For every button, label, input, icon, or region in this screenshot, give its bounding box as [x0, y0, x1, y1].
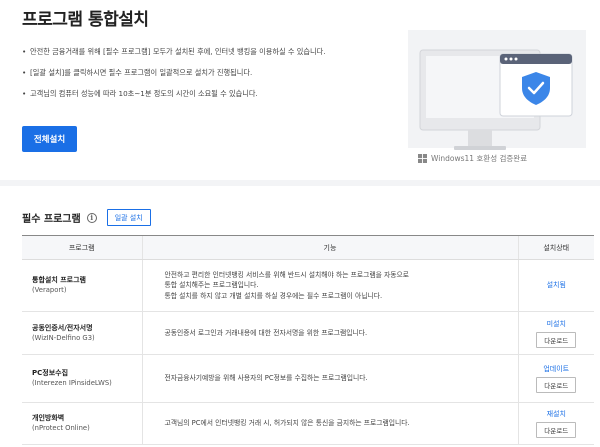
compat-note-text: Windows11 호환성 검증완료 — [431, 154, 528, 163]
header-feature: 기능 — [141, 235, 518, 260]
status-badge: 설치됨 — [546, 281, 566, 289]
program-name-cell: 개인방화벽 (nProtect Online) — [22, 402, 142, 445]
program-name-cell: PC정보수집 (Interezen IPinsideLWS) — [22, 354, 142, 403]
status-cell: 설치됨 — [517, 259, 594, 312]
partial-install-button[interactable]: 일괄 설치 — [106, 209, 151, 226]
program-name: 공동인증서/전자서명 — [32, 323, 93, 332]
program-table: 프로그램 기능 설치상태 통합설치 프로그램 (Veraport) 안전하고 편… — [22, 235, 594, 445]
program-desc-cell: 전자금융사기예방을 위해 사용자의 PC정보를 수집하는 프로그램입니다. — [141, 354, 518, 403]
section-header: 필수 프로그램 i 일괄 설치 — [22, 209, 151, 226]
page-title: 프로그램 통합설치 — [22, 10, 149, 30]
program-subname: (WizIN-Delfino G3) — [32, 333, 95, 342]
notice-list: 안전한 금융거래를 위해 [필수 프로그램] 모두가 설치된 후에, 인터넷 뱅… — [22, 46, 392, 109]
program-desc-line: 통합 설치를 하지 않고 개별 설치를 하실 경우에는 필수 프로그램이 아닙니… — [164, 291, 383, 300]
program-subname: (Veraport) — [32, 286, 67, 294]
compat-note: Windows11 호환성 검증완료 — [418, 153, 527, 164]
program-desc-cell: 안전하고 편리한 인터넷뱅킹 서비스를 위해 반드시 설치해야 하는 프로그램을… — [141, 259, 518, 312]
table-header-row: 프로그램 기능 설치상태 — [22, 235, 594, 260]
program-name: 통합설치 프로그램 — [32, 276, 86, 284]
status-badge: 미설치 — [546, 319, 566, 328]
install-all-button[interactable]: 전체설치 — [22, 126, 77, 152]
program-desc-line: 공동인증서 로그인과 거래내용에 대한 전자서명을 위한 프로그램입니다. — [164, 328, 368, 337]
status-cell: 업데이트 다운로드 — [517, 354, 594, 403]
download-button[interactable]: 다운로드 — [536, 377, 577, 393]
status-cell: 재설치 다운로드 — [517, 402, 594, 445]
status-cell: 미설치 다운로드 — [517, 311, 594, 355]
download-button[interactable]: 다운로드 — [536, 331, 577, 348]
notice-item: 고객님의 컴퓨터 성능에 따라 10초~1분 정도의 시간이 소요될 수 있습니… — [22, 88, 392, 99]
program-name: PC정보수집 — [32, 369, 69, 377]
program-desc-line: 고객님의 PC에서 인터넷뱅킹 거래 시, 허가되지 않은 통신을 금지하는 프… — [164, 419, 410, 428]
status-badge: 재설치 — [546, 410, 566, 418]
program-subname: (Interezen IPinsideLWS) — [32, 379, 112, 387]
program-name-cell: 공동인증서/전자서명 (WizIN-Delfino G3) — [22, 311, 142, 355]
program-desc-line: 전자금융사기예방을 위해 사용자의 PC정보를 수집하는 프로그램입니다. — [164, 374, 368, 383]
program-desc-cell: 공동인증서 로그인과 거래내용에 대한 전자서명을 위한 프로그램입니다. — [141, 311, 518, 355]
table-row: 개인방화벽 (nProtect Online) 고객님의 PC에서 인터넷뱅킹 … — [22, 402, 594, 445]
notice-item: 안전한 금융거래를 위해 [필수 프로그램] 모두가 설치된 후에, 인터넷 뱅… — [22, 46, 392, 57]
program-name-cell: 통합설치 프로그램 (Veraport) — [22, 259, 142, 312]
table-row: 공동인증서/전자서명 (WizIN-Delfino G3) 공동인증서 로그인과… — [22, 311, 594, 355]
monitor-shield-icon — [408, 30, 586, 150]
status-badge: 업데이트 — [543, 365, 570, 373]
program-desc-line: 통합 설치해주는 프로그램입니다. — [164, 281, 259, 290]
program-desc-line: 안전하고 편리한 인터넷뱅킹 서비스를 위해 반드시 설치해야 하는 프로그램을… — [164, 270, 410, 279]
download-button[interactable]: 다운로드 — [536, 422, 577, 438]
table-row: PC정보수집 (Interezen IPinsideLWS) 전자금융사기예방을… — [22, 354, 594, 403]
section-divider — [0, 180, 600, 186]
notice-item: [일괄 설치]를 클릭하시면 필수 프로그램이 일괄적으로 설치가 진행됩니다. — [22, 67, 392, 78]
program-name: 개인방화벽 — [32, 414, 65, 422]
header-program: 프로그램 — [22, 235, 142, 260]
header-status: 설치상태 — [517, 235, 594, 260]
program-subname: (nProtect Online) — [32, 424, 90, 432]
windows-logo-icon — [418, 154, 427, 163]
table-row: 통합설치 프로그램 (Veraport) 안전하고 편리한 인터넷뱅킹 서비스를… — [22, 259, 594, 312]
program-desc-cell: 고객님의 PC에서 인터넷뱅킹 거래 시, 허가되지 않은 통신을 금지하는 프… — [141, 402, 518, 445]
section-title: 필수 프로그램 — [22, 214, 81, 225]
info-icon[interactable]: i — [86, 212, 97, 223]
